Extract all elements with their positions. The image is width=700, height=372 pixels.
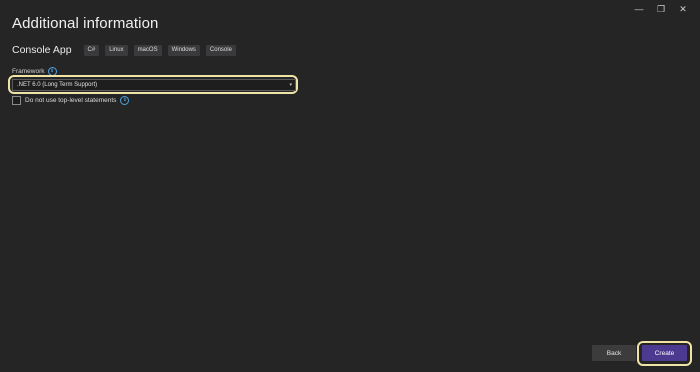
close-icon[interactable]: ✕ (672, 2, 694, 16)
project-tags: C# Linux macOS Windows Console (83, 44, 236, 56)
top-level-statements-label: Do not use top-level statements (25, 97, 117, 104)
page-title: Additional information (12, 15, 159, 32)
minimize-icon[interactable]: — (628, 2, 650, 16)
project-type-row: Console App C# Linux macOS Windows Conso… (12, 44, 236, 56)
tag-csharp: C# (83, 44, 100, 56)
framework-dropdown[interactable]: .NET 6.0 (Long Term Support) ▾ (12, 79, 296, 91)
framework-selected-value: .NET 6.0 (Long Term Support) (17, 82, 98, 88)
info-icon[interactable]: i (120, 96, 130, 105)
restore-icon[interactable]: ❐ (650, 2, 672, 16)
tag-windows: Windows (167, 44, 200, 56)
framework-label-text: Framework (12, 68, 45, 75)
tag-macos: macOS (133, 44, 162, 56)
top-level-statements-checkbox[interactable] (12, 96, 21, 105)
create-button[interactable]: Create (642, 345, 687, 361)
window-controls: — ❐ ✕ (628, 2, 694, 16)
back-button[interactable]: Back (592, 345, 636, 361)
top-level-statements-option[interactable]: Do not use top-level statements i (12, 96, 130, 105)
project-type-name: Console App (12, 44, 72, 56)
tag-console: Console (205, 44, 236, 56)
chevron-down-icon: ▾ (289, 82, 292, 88)
tag-linux: Linux (105, 44, 128, 56)
